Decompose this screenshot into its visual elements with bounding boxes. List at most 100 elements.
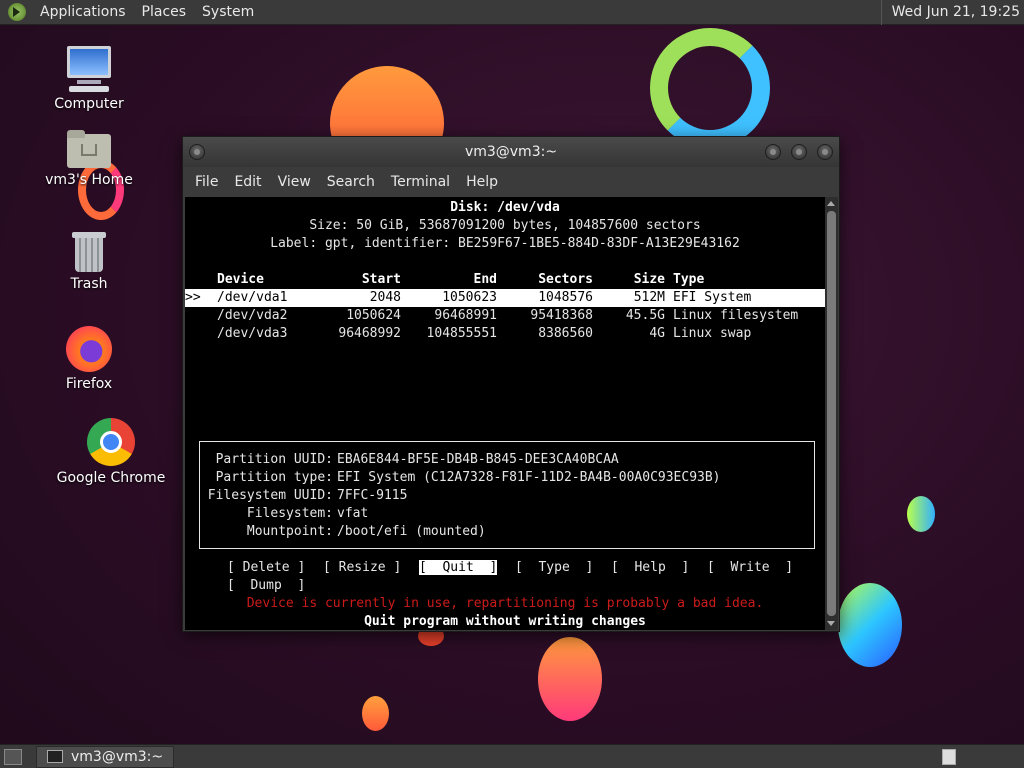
distro-logo-icon[interactable] (8, 3, 26, 21)
clock[interactable]: Wed Jun 21, 19:25 (882, 4, 1024, 20)
partition-type: EFI System (673, 290, 752, 305)
workspace-switcher[interactable] (942, 748, 956, 765)
chrome-icon (87, 418, 135, 466)
help-button[interactable]: [ Help ] (611, 559, 689, 577)
menu-search[interactable]: Search (319, 167, 383, 197)
info-row: Partition UUID: EBA6E844-BF5E-DB4B-B845-… (185, 451, 825, 469)
resize-button[interactable]: [ Resize ] (323, 559, 401, 577)
info-label: Filesystem: (246, 506, 333, 521)
info-value: 7FFC-9115 (337, 488, 408, 503)
menu-edit[interactable]: Edit (226, 167, 269, 197)
top-panel: Applications Places System Wed Jun 21, 1… (0, 0, 1024, 25)
partition-sectors: 1048576 (538, 290, 593, 305)
info-label: Mountpoint: (246, 524, 333, 539)
info-label: Partition UUID: (215, 452, 333, 467)
status-hint: Quit program without writing changes (364, 614, 646, 629)
partition-end: 96468991 (434, 308, 497, 323)
partition-device: /dev/vda3 (217, 326, 288, 341)
desktop-icon-home[interactable]: vm3's Home (34, 130, 144, 188)
partition-device: /dev/vda2 (217, 308, 288, 323)
partition-device: /dev/vda1 (217, 290, 288, 305)
maximize-icon[interactable] (791, 144, 807, 160)
desktop-icon-label: Trash (70, 276, 108, 292)
partition-row[interactable]: /dev/vda2 1050624 96468991 95418368 45.5… (185, 307, 825, 325)
delete-button[interactable]: [ Delete ] (227, 559, 305, 577)
partition-type: Linux swap (673, 326, 752, 341)
wallpaper-ring-shape (650, 28, 770, 148)
terminal-window[interactable]: vm3@vm3:~ File Edit View Search Terminal… (182, 136, 840, 632)
scrollbar-thumb[interactable] (827, 211, 836, 616)
write-button[interactable]: [ Write ] (707, 559, 793, 577)
desktop-icon-chrome[interactable]: Google Chrome (56, 418, 166, 486)
terminal-icon (47, 750, 63, 763)
info-value: /boot/efi (mounted) (337, 524, 486, 539)
desktop-icon-label: vm3's Home (45, 172, 133, 188)
close-icon[interactable] (817, 144, 833, 160)
partition-table-header: Device Start End Sectors Size Type (185, 271, 825, 289)
desktop-icon-label: Google Chrome (56, 470, 166, 486)
desktop-icon-label: Computer (54, 96, 124, 112)
partition-type: Linux filesystem (673, 308, 799, 323)
trash-icon (72, 230, 106, 272)
info-label: Filesystem UUID: (207, 488, 333, 503)
header-size: Size (633, 272, 665, 287)
desktop-icon-firefox[interactable]: Firefox (34, 326, 144, 392)
header-start: Start (361, 272, 401, 287)
type-button[interactable]: [ Type ] (515, 559, 593, 577)
partition-end: 1050623 (442, 290, 497, 305)
header-device: Device (217, 272, 264, 287)
desktop-icon-trash[interactable]: Trash (34, 230, 144, 292)
desktop-icon-computer[interactable]: Computer (34, 46, 144, 112)
partition-sectors: 8386560 (538, 326, 593, 341)
button-label: Type (538, 560, 570, 575)
terminal-scrollbar[interactable] (825, 197, 838, 630)
disk-name: Disk: /dev/vda (450, 200, 560, 215)
window-titlebar[interactable]: vm3@vm3:~ (183, 137, 839, 167)
window-title: vm3@vm3:~ (464, 144, 558, 160)
header-end: End (473, 272, 497, 287)
partition-size: 512M (633, 290, 665, 305)
firefox-icon (66, 326, 112, 372)
header-sectors: Sectors (538, 272, 593, 287)
partition-start: 1050624 (346, 308, 401, 323)
row-cursor: >> (185, 290, 201, 305)
minimize-icon[interactable] (765, 144, 781, 160)
terminal-menubar: File Edit View Search Terminal Help (183, 167, 839, 197)
info-row: Filesystem UUID: 7FFC-9115 (185, 487, 825, 505)
disk-size: Size: 50 GiB, 53687091200 bytes, 1048576… (309, 218, 701, 233)
wallpaper-orange-small-shape (362, 696, 389, 731)
partition-size: 45.5G (625, 308, 665, 323)
info-value: EBA6E844-BF5E-DB4B-B845-DEE3CA40BCAA (337, 452, 619, 467)
window-menu-icon[interactable] (189, 144, 205, 160)
partition-sectors: 95418368 (530, 308, 593, 323)
menu-help[interactable]: Help (458, 167, 506, 197)
scroll-down-icon[interactable] (827, 621, 835, 626)
desktop-icon-label: Firefox (65, 376, 113, 392)
partition-start: 96468992 (338, 326, 401, 341)
home-folder-icon (67, 130, 111, 168)
menu-view[interactable]: View (270, 167, 319, 197)
menu-terminal[interactable]: Terminal (383, 167, 458, 197)
button-label: Delete (242, 560, 290, 575)
dump-button[interactable]: [ Dump ] (227, 577, 305, 595)
warning-message: Device is currently in use, repartitioni… (246, 596, 764, 611)
computer-icon (65, 46, 113, 92)
menu-places[interactable]: Places (134, 0, 195, 25)
terminal-content[interactable]: Disk: /dev/vda Size: 50 GiB, 53687091200… (185, 197, 825, 630)
partition-row[interactable]: >> /dev/vda1 2048 1050623 1048576 512M E… (185, 289, 825, 307)
info-row: Filesystem: vfat (185, 505, 825, 523)
disk-label: Label: gpt, identifier: BE259F67-1BE5-88… (270, 236, 740, 251)
scroll-up-icon[interactable] (827, 201, 835, 206)
menu-system[interactable]: System (194, 0, 262, 25)
quit-button[interactable]: [ Quit ] (419, 559, 498, 577)
partition-row[interactable]: /dev/vda3 96468992 104855551 8386560 4G … (185, 325, 825, 343)
show-desktop-icon[interactable] (4, 748, 22, 765)
taskbar-item-terminal[interactable]: vm3@vm3:~ (36, 745, 175, 768)
menu-file[interactable]: File (187, 167, 226, 197)
wallpaper-blue-shape (838, 583, 902, 667)
button-label: Help (634, 560, 666, 575)
info-label: Partition type: (215, 470, 333, 485)
button-label: Dump (250, 578, 282, 593)
menu-applications[interactable]: Applications (32, 0, 134, 25)
button-label: Write (730, 560, 770, 575)
